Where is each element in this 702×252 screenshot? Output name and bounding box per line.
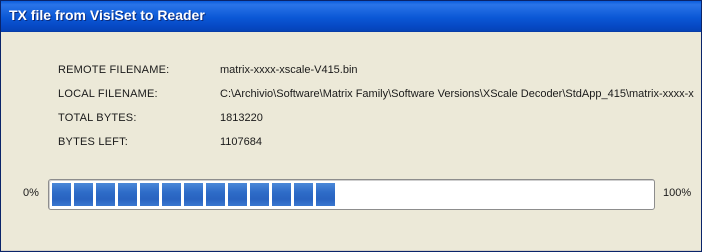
progress-segment: [228, 183, 247, 206]
bytes-left-value: 1107684: [220, 136, 263, 148]
progress-min-label: 0%: [23, 187, 39, 199]
progress-segment: [52, 183, 71, 206]
transfer-dialog: TX file from VisiSet to Reader REMOTE FI…: [0, 0, 702, 252]
dialog-body: REMOTE FILENAME: matrix-xxxx-xscale-V415…: [3, 32, 699, 249]
bytes-left-label: BYTES LEFT:: [58, 136, 129, 148]
progress-segment: [74, 183, 93, 206]
remote-filename-value: matrix-xxxx-xscale-V415.bin: [220, 64, 358, 76]
progress-segment: [250, 183, 269, 206]
local-filename-value: C:\Archivio\Software\Matrix Family\Softw…: [220, 88, 694, 100]
total-bytes-value: 1813220: [220, 112, 263, 124]
progress-max-label: 100%: [663, 187, 692, 199]
progress-segment: [140, 183, 159, 206]
progress-segment: [96, 183, 115, 206]
remote-filename-label: REMOTE FILENAME:: [58, 64, 170, 76]
progress-segment: [316, 183, 335, 206]
total-bytes-label: TOTAL BYTES:: [58, 112, 137, 124]
local-filename-label: LOCAL FILENAME:: [58, 88, 158, 100]
transfer-progress-bar: [48, 179, 655, 210]
progress-segment: [206, 183, 225, 206]
title-bar[interactable]: TX file from VisiSet to Reader: [1, 1, 701, 32]
progress-segment: [118, 183, 137, 206]
progress-segment: [184, 183, 203, 206]
progress-segment: [272, 183, 291, 206]
progress-segment: [294, 183, 313, 206]
progress-fill: [52, 183, 335, 206]
progress-segment: [162, 183, 181, 206]
bottom-border: [1, 250, 701, 251]
window-title: TX file from VisiSet to Reader: [9, 7, 205, 23]
